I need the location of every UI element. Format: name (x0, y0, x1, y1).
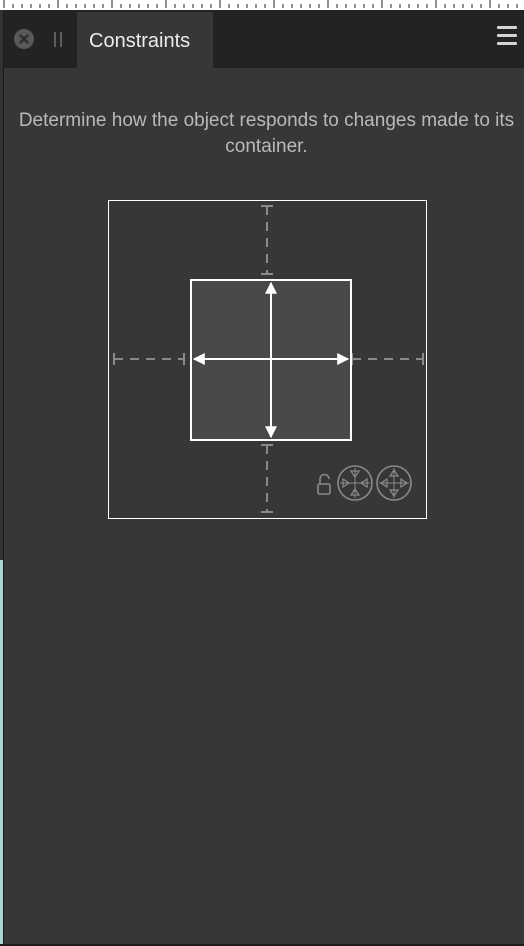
top-margin-constraint[interactable] (261, 205, 273, 275)
panel-tabbar: Constraints (4, 10, 524, 68)
constraints-diagram (108, 200, 428, 520)
left-margin-constraint[interactable] (113, 353, 185, 365)
close-icon[interactable] (14, 29, 34, 49)
tab-constraints[interactable]: Constraints (77, 12, 213, 68)
bottom-margin-constraint[interactable] (261, 444, 273, 513)
drag-grip-icon[interactable] (54, 32, 64, 47)
hamburger-menu-icon[interactable] (497, 26, 517, 48)
scale-inward-icon[interactable] (337, 465, 373, 501)
right-margin-constraint[interactable] (351, 353, 424, 365)
constraints-panel: Constraints Determine how the object res… (3, 10, 524, 944)
scale-outward-icon[interactable] (376, 465, 412, 501)
top-ruler (0, 0, 524, 10)
tab-label: Constraints (89, 30, 191, 52)
lock-icon[interactable] (317, 473, 331, 495)
panel-description: Determine how the object responds to cha… (18, 110, 515, 157)
